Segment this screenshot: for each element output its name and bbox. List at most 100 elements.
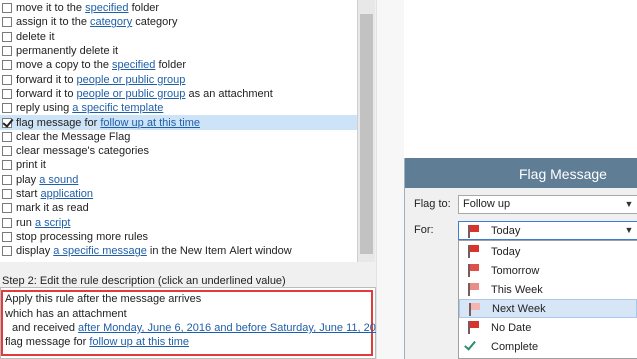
action-row[interactable]: mark it as read (0, 201, 357, 215)
action-value-link[interactable]: a specific template (72, 102, 163, 114)
action-value-link[interactable]: specified (112, 59, 155, 71)
action-text: mark it as read (16, 202, 89, 215)
flag-red-icon (468, 321, 480, 334)
action-text: permanently delete it (16, 45, 119, 58)
action-text: move a copy to the (16, 59, 112, 72)
flag-pale-red-icon (469, 303, 481, 316)
action-row[interactable]: forward it to people or public group (0, 73, 357, 87)
action-row[interactable]: move it to the specified folder (0, 1, 357, 15)
action-text: run (16, 216, 35, 229)
actions-list[interactable]: move it to the specified folder assign it… (0, 0, 358, 262)
checkmark-icon (464, 338, 476, 351)
action-checkbox[interactable] (2, 203, 12, 214)
action-checkbox[interactable] (2, 103, 12, 114)
action-row[interactable]: clear the Message Flag (0, 130, 357, 144)
actions-scrollbar[interactable] (358, 0, 375, 262)
dropdown-option[interactable]: Complete (459, 337, 637, 356)
rule-desc-line-2: which has an attachment (5, 308, 127, 320)
dropdown-option-label: This Week (491, 283, 543, 296)
action-row[interactable]: forward it to people or public group as … (0, 87, 357, 101)
action-checkbox[interactable] (2, 117, 12, 128)
action-checkbox[interactable] (2, 160, 12, 171)
for-combobox[interactable]: Today ▼ (458, 221, 637, 240)
action-row[interactable]: delete it (0, 30, 357, 44)
action-value-link[interactable]: application (40, 188, 93, 200)
action-row[interactable]: reply using a specific template (0, 101, 357, 115)
flag-to-combobox[interactable]: Follow up ▼ (458, 195, 637, 214)
action-checkbox[interactable] (2, 231, 12, 242)
action-checkbox[interactable] (2, 31, 12, 42)
action-value-link[interactable]: a specific message (53, 245, 147, 257)
action-text: print it (16, 159, 46, 172)
dialog-title: Flag Message (519, 166, 607, 182)
dropdown-option[interactable]: This Week (459, 280, 637, 299)
rule-desc-line-4: flag message for follow up at this time (5, 336, 189, 348)
rule-desc-line-1: Apply this rule after the message arrive… (5, 293, 202, 305)
dropdown-option[interactable]: No Date (459, 318, 637, 337)
flag-message-dialog: Flag Message Flag to: Follow up ▼ For: T… (404, 158, 637, 359)
action-row[interactable]: clear message's categories (0, 144, 357, 158)
chevron-down-icon[interactable]: ▼ (621, 222, 637, 239)
scrollbar-thumb[interactable] (360, 14, 373, 254)
action-value-link[interactable]: people or public group (77, 74, 186, 86)
action-checkbox[interactable] (2, 189, 12, 200)
rule-desc-line-3: and received after Monday, June 6, 2016 … (12, 322, 388, 334)
action-checkbox[interactable] (2, 174, 12, 185)
action-row[interactable]: permanently delete it (0, 44, 357, 58)
dropdown-option-label: Today (491, 245, 521, 258)
dropdown-option-label: Tomorrow (491, 264, 540, 277)
action-row[interactable]: move a copy to the specified folder (0, 58, 357, 72)
flag-red-icon (468, 245, 480, 258)
action-checkbox[interactable] (2, 217, 12, 228)
action-text: forward it to (16, 73, 77, 86)
action-text: display (16, 245, 54, 258)
action-row[interactable]: run a script (0, 216, 357, 230)
action-text: folder (155, 59, 186, 72)
flag-red-icon (468, 225, 480, 238)
action-value-link[interactable]: a script (35, 217, 70, 229)
action-checkbox[interactable] (2, 60, 12, 71)
action-row[interactable]: assign it to the category category (0, 15, 357, 29)
dropdown-option-label: Complete (491, 340, 539, 353)
action-row[interactable]: stop processing more rules (0, 230, 357, 244)
dropdown-option[interactable]: Today (459, 242, 637, 261)
action-text: in the New Item Alert window (146, 245, 292, 258)
action-text: category (132, 16, 178, 29)
action-checkbox[interactable] (2, 146, 12, 157)
action-checkbox[interactable] (2, 17, 12, 28)
action-value-link[interactable]: a sound (39, 174, 78, 186)
action-checkbox[interactable] (2, 74, 12, 85)
action-row[interactable]: print it (0, 158, 357, 172)
step2-label: Step 2: Edit the rule description (click… (2, 275, 286, 287)
action-row[interactable]: flag message for follow up at this time (0, 115, 357, 130)
action-row[interactable]: start application (0, 187, 357, 201)
dropdown-option[interactable]: Tomorrow (459, 261, 637, 280)
flag-to-label: Flag to: (414, 198, 451, 210)
follow-up-link[interactable]: follow up at this time (89, 336, 189, 348)
dropdown-option-label: No Date (491, 321, 532, 334)
action-checkbox[interactable] (2, 88, 12, 99)
for-label: For: (414, 224, 434, 236)
flag-light-red-icon (468, 283, 480, 296)
dialog-title-bar: Flag Message (405, 158, 637, 188)
action-value-link[interactable]: category (90, 16, 132, 28)
action-checkbox[interactable] (2, 246, 12, 257)
date-range-link[interactable]: after Monday, June 6, 2016 and before Sa… (78, 322, 388, 334)
action-text: clear the Message Flag (16, 130, 131, 143)
action-text: forward it to (16, 87, 77, 100)
action-row[interactable]: play a sound (0, 173, 357, 187)
chevron-down-icon[interactable]: ▼ (621, 196, 637, 213)
for-dropdown-list[interactable]: Today Tomorrow This Week Next Week No Date Co… (458, 240, 637, 359)
action-text: stop processing more rules (16, 230, 149, 243)
action-text: folder (128, 2, 160, 15)
action-checkbox[interactable] (2, 3, 12, 14)
action-checkbox[interactable] (2, 46, 12, 57)
action-row[interactable]: display a specific message in the New It… (0, 244, 357, 258)
action-text: start (16, 188, 41, 201)
action-value-link[interactable]: specified (85, 2, 128, 14)
action-value-link[interactable]: people or public group (77, 88, 186, 100)
action-value-link[interactable]: follow up at this time (100, 117, 200, 129)
action-checkbox[interactable] (2, 131, 12, 142)
dropdown-option[interactable]: Next Week (459, 299, 637, 318)
action-text: assign it to the (16, 16, 90, 29)
